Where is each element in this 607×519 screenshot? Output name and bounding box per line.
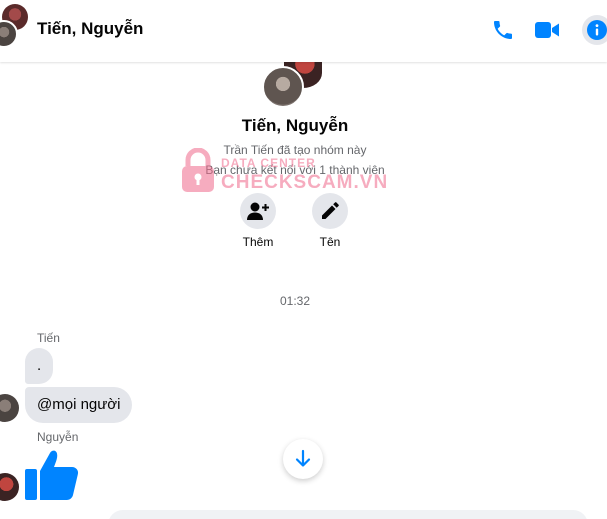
message-input[interactable] [108,510,588,519]
sender-name: Nguyễn [37,430,79,444]
messenger-chat-window: Tiến, Nguyễn Tiến, Nguyễn Trần Tiến đã t… [0,0,607,519]
chat-title[interactable]: Tiến, Nguyễn [37,19,143,39]
group-intro-avatar[interactable] [262,58,326,110]
group-avatar[interactable] [0,4,34,48]
pencil-icon [312,193,348,229]
sender-name: Tiến [37,331,60,345]
thumbs-up-icon[interactable] [24,447,80,506]
phone-icon[interactable] [487,14,519,46]
sender-avatar[interactable] [0,394,19,422]
lock-icon [182,148,214,192]
message-timestamp: 01:32 [279,294,311,308]
info-icon [587,20,607,40]
add-person-icon [240,193,276,229]
sender-avatar[interactable] [0,473,19,501]
add-member-button[interactable]: Thêm [228,193,288,249]
message-bubble[interactable]: @mọi người [25,387,133,423]
rename-group-label: Tên [319,235,341,249]
video-camera-icon[interactable] [531,14,563,46]
message-bubble[interactable]: . [25,348,54,384]
rename-group-button[interactable]: Tên [300,193,360,249]
group-name: Tiến, Nguyễn [241,116,349,135]
header-actions [475,14,607,46]
info-icon-background [582,15,607,45]
arrow-down-icon [295,449,311,467]
watermark-big-text: CHECKSCAM.VN [221,172,389,193]
watermark-logo: DATA CENTER CHECKSCAM.VN [178,148,398,200]
info-button[interactable] [575,14,607,46]
add-member-label: Thêm [242,235,274,249]
watermark-small-text: DATA CENTER [221,156,316,170]
intro-avatar-member-2 [262,66,304,108]
chat-header: Tiến, Nguyễn [0,0,607,62]
scroll-to-bottom-button[interactable] [283,439,323,479]
